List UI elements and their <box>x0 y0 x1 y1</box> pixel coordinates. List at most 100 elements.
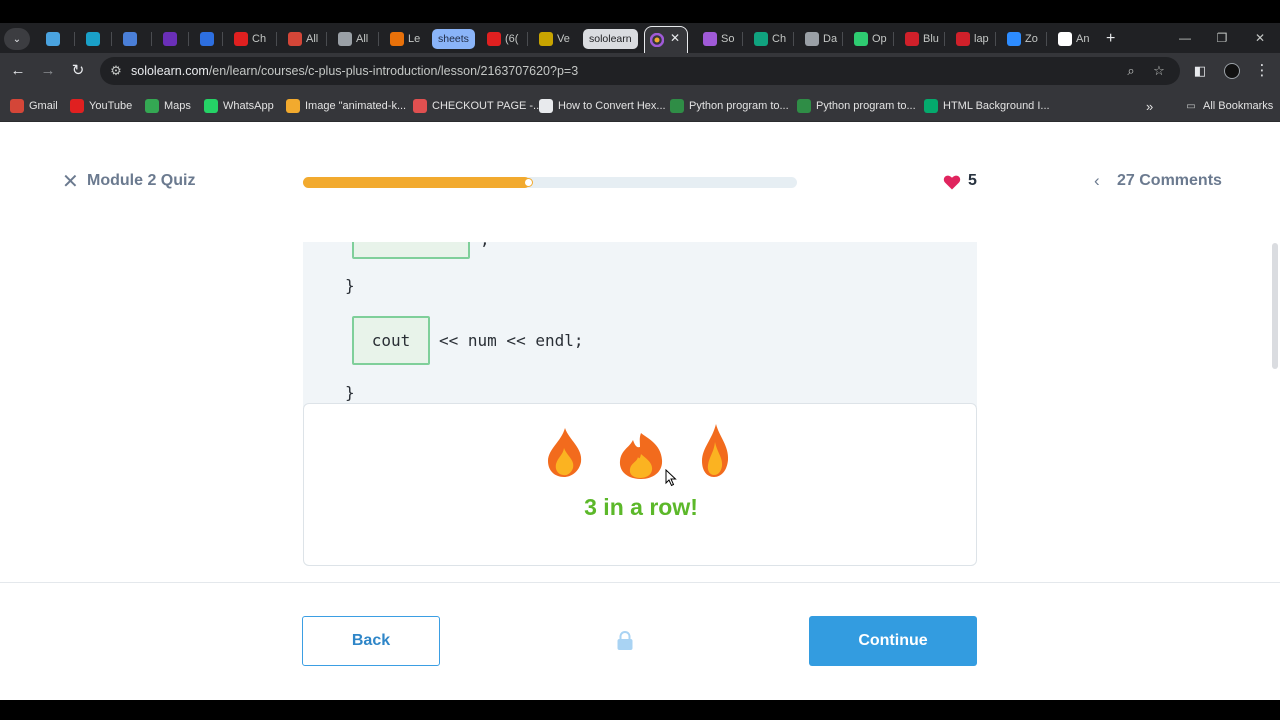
tab-label: Blu <box>923 33 939 45</box>
answer-slot-top[interactable] <box>352 242 470 259</box>
code-line-rest: << num << endl; <box>439 331 584 350</box>
tab-separator <box>742 32 743 46</box>
minimize-button[interactable]: — <box>1175 29 1195 47</box>
address-bar[interactable]: ⚙ sololearn.com/en/learn/courses/c-plus-… <box>100 57 1180 85</box>
bookmark-item[interactable]: WhatsApp <box>204 98 274 114</box>
tab-12[interactable]: Ch <box>748 27 786 51</box>
tab-label: Ch <box>772 33 787 45</box>
lock-icon[interactable] <box>616 630 634 652</box>
scrollbar[interactable] <box>1272 243 1278 369</box>
tab-8[interactable]: Le <box>384 27 420 51</box>
forward-nav-button[interactable]: → <box>38 61 58 81</box>
openai-icon <box>805 32 819 46</box>
letter-l-icon <box>905 32 919 46</box>
code-semicolon: ; <box>480 242 490 249</box>
cout-token: cout <box>371 331 411 350</box>
comments-link[interactable]: 27 Comments <box>1117 172 1222 190</box>
site-info-icon[interactable]: ⚙ <box>107 62 125 80</box>
tab-1[interactable] <box>80 27 104 51</box>
tab-14[interactable]: Op <box>848 27 887 51</box>
back-nav-button[interactable]: ← <box>8 61 28 81</box>
plus-icon: + <box>1106 30 1116 47</box>
tab-11[interactable]: So <box>697 27 734 51</box>
gfg-icon <box>670 99 684 113</box>
tab-separator <box>842 32 843 46</box>
gmail-icon <box>10 99 24 113</box>
module-title: Module 2 Quiz <box>87 172 196 189</box>
tab-2[interactable] <box>117 27 141 51</box>
close-window-button[interactable]: ✕ <box>1250 29 1270 47</box>
bookmark-item[interactable]: Image "animated-k... <box>286 98 406 114</box>
close-icon[interactable]: ✕ <box>62 171 79 193</box>
bookmark-item[interactable]: Python program to... <box>797 98 916 114</box>
tab-3[interactable] <box>157 27 181 51</box>
progress-bar <box>303 177 797 188</box>
all-bookmarks-button[interactable]: ▭ All Bookmarks <box>1184 98 1273 114</box>
tab-6[interactable]: All <box>282 27 318 51</box>
alpha-icon <box>539 99 553 113</box>
tab-separator <box>527 32 528 46</box>
side-panel-button[interactable]: ◧ <box>1190 61 1210 81</box>
bookmark-label: HTML Background I... <box>943 100 1050 112</box>
tab-label: All <box>356 33 369 45</box>
tab-separator <box>1046 32 1047 46</box>
gmail-m-icon <box>46 32 60 46</box>
tab-17[interactable]: Zo <box>1001 27 1038 51</box>
zoom-icon <box>1007 32 1021 46</box>
reload-icon: ↻ <box>71 62 85 79</box>
close-tab-icon[interactable]: ✕ <box>670 31 680 45</box>
chevron-left-icon[interactable]: ‹ <box>1094 171 1100 191</box>
tab-15[interactable]: Blu <box>899 27 939 51</box>
bookmark-label: How to Convert Hex... <box>558 100 666 112</box>
more-bookmarks-button[interactable]: » <box>1146 98 1153 114</box>
back-button[interactable]: Back <box>302 616 440 666</box>
gfg-icon <box>797 99 811 113</box>
tab-search-button[interactable]: ⌄ <box>4 28 30 50</box>
restore-button[interactable]: ❐ <box>1212 29 1232 47</box>
tab-active-sololearn[interactable]: ✕ <box>644 26 688 53</box>
tab-0[interactable] <box>40 27 64 51</box>
tab-group-sololearn[interactable]: sololearn <box>583 29 638 49</box>
w3-icon <box>924 99 938 113</box>
new-tab-button[interactable]: + <box>1100 27 1115 51</box>
amazon-icon <box>1058 32 1072 46</box>
bookmark-item[interactable]: Maps <box>145 98 191 114</box>
tab-label: Zo <box>1025 33 1038 45</box>
menu-button[interactable]: ⋮ <box>1252 61 1272 81</box>
tab-4[interactable] <box>194 27 218 51</box>
bookmark-label: Image "animated-k... <box>305 100 407 112</box>
streak-message: 3 in a row! <box>584 494 698 520</box>
bookmark-item[interactable]: Gmail <box>10 98 58 114</box>
bookmark-label: Maps <box>164 100 191 112</box>
lives-count: 5 <box>968 172 977 189</box>
tab-separator <box>188 32 189 46</box>
tab-13[interactable]: Da <box>799 27 837 51</box>
url-path: /en/learn/courses/c-plus-plus-introducti… <box>208 64 579 78</box>
bookmark-star-icon[interactable]: ☆ <box>1150 62 1168 80</box>
bookmark-label: Python program to... <box>816 100 916 112</box>
continue-button[interactable]: Continue <box>809 616 977 666</box>
bookmark-item[interactable]: Python program to... <box>670 98 789 114</box>
answer-slot-cout[interactable]: cout <box>352 316 430 365</box>
tab-group-sheets[interactable]: sheets <box>432 29 475 49</box>
bookmark-item[interactable]: HTML Background I... <box>924 98 1050 114</box>
tab-7[interactable]: All <box>332 27 368 51</box>
profile-button[interactable] <box>1222 61 1242 81</box>
code-block: ; } cout << num << endl; } <box>303 242 977 407</box>
bookmark-item[interactable]: YouTube <box>70 98 132 114</box>
tab-9[interactable]: (6( <box>481 27 518 51</box>
zoom-icon[interactable]: ⌕ <box>1122 62 1140 80</box>
tab-5[interactable]: Ch <box>228 27 266 51</box>
bookmark-item[interactable]: How to Convert Hex... <box>539 98 666 114</box>
tab-16[interactable]: lap <box>950 27 989 51</box>
avatar <box>1224 63 1240 79</box>
tab-separator <box>222 32 223 46</box>
bookmark-item[interactable]: CHECKOUT PAGE -... <box>413 98 542 114</box>
reload-button[interactable]: ↻ <box>68 61 88 81</box>
tab-18[interactable]: An <box>1052 27 1089 51</box>
tab-10[interactable]: Ve <box>533 27 570 51</box>
whatsapp-icon <box>204 99 218 113</box>
chevron-down-icon: ⌄ <box>12 33 22 45</box>
youtube-icon <box>70 99 84 113</box>
chatgpt-icon <box>754 32 768 46</box>
